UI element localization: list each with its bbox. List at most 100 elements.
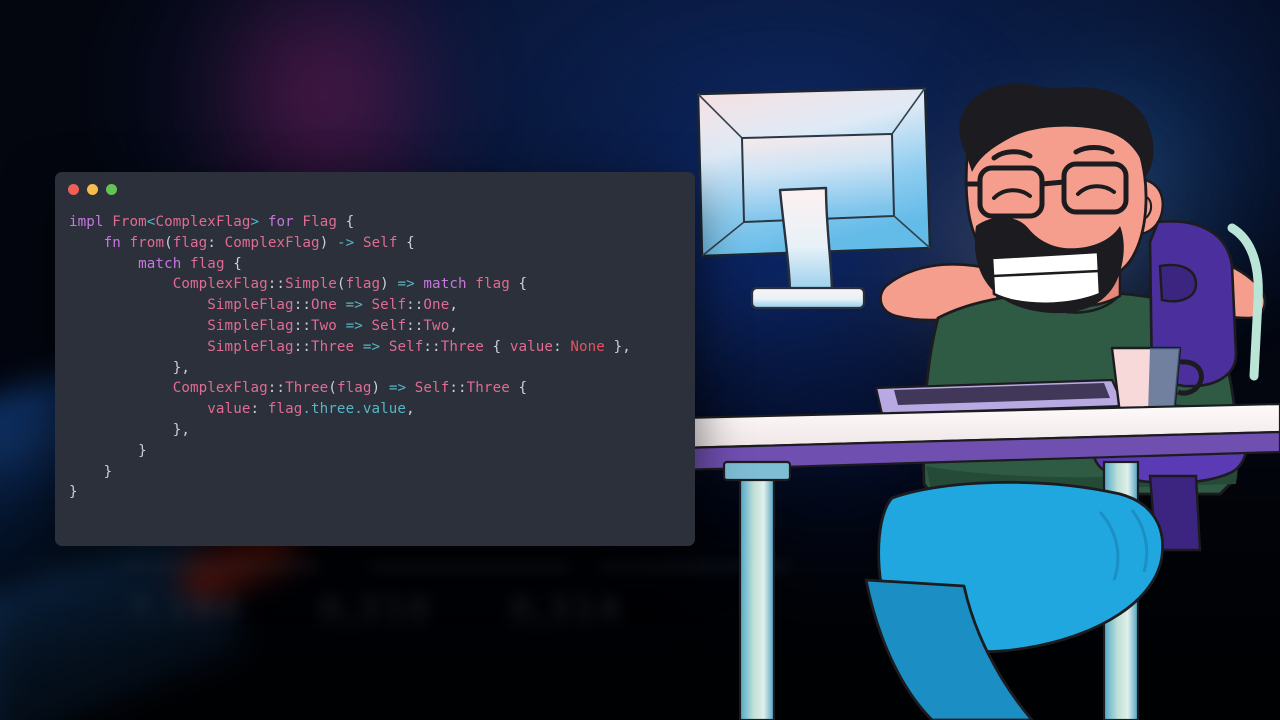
- code-token: Self: [414, 380, 450, 397]
- code-token: ComplexFlag: [224, 234, 320, 251]
- code-line: ComplexFlag::Simple(flag) => match flag …: [69, 274, 695, 295]
- minimize-window-button[interactable]: [87, 183, 98, 195]
- monitor: [696, 86, 932, 310]
- code-token: :: [207, 234, 225, 251]
- chair-armrest: [1158, 263, 1198, 303]
- code-line: SimpleFlag::Two => Self::Two,: [69, 316, 695, 337]
- code-token: value: [509, 338, 554, 355]
- code-line: SimpleFlag::One => Self::One,: [69, 295, 695, 316]
- code-token: impl: [69, 214, 113, 230]
- screenshot-scene: 7,184 0,310 0,314: [0, 0, 1280, 720]
- code-line: ComplexFlag::Three(flag) => Self::Three …: [69, 378, 695, 399]
- code-line: }: [69, 462, 695, 483]
- code-token: ComplexFlag: [155, 214, 251, 230]
- code-token: From: [112, 214, 147, 230]
- code-token: {: [337, 214, 355, 230]
- code-token: ): [380, 276, 398, 293]
- code-token: :: [250, 401, 268, 418]
- code-line: },: [69, 420, 695, 441]
- code-token: Three: [310, 338, 355, 355]
- code-token: ::: [293, 317, 311, 334]
- code-token: =>: [345, 317, 363, 334]
- code-token: {: [483, 338, 510, 355]
- code-line: },: [69, 358, 695, 379]
- code-token: ::: [406, 317, 424, 334]
- code-token: (: [328, 380, 337, 397]
- code-editor-window[interactable]: impl From<ComplexFlag> for Flag { fn fro…: [55, 172, 695, 546]
- code-token: flag: [475, 276, 510, 293]
- code-token: >: [250, 214, 260, 230]
- code-token: =>: [388, 380, 407, 397]
- monitor-stand-base: [750, 286, 866, 310]
- code-token: {: [509, 276, 528, 293]
- code-token: match: [423, 276, 467, 293]
- code-token: Self: [388, 338, 424, 355]
- code-token: ->: [336, 234, 355, 251]
- code-token: }: [69, 442, 147, 459]
- desk-leg-left-bracket: [722, 460, 792, 482]
- glasses-bridge: [1041, 179, 1065, 187]
- code-token: Self: [371, 297, 407, 314]
- code-token: {: [397, 234, 415, 251]
- code-line: impl From<ComplexFlag> for Flag {: [69, 212, 695, 233]
- code-token: Three: [285, 380, 329, 397]
- code-line: }: [69, 441, 695, 462]
- code-token: ::: [406, 297, 424, 314]
- code-token: ::: [267, 276, 286, 293]
- code-token: =>: [362, 338, 381, 355]
- code-token: SimpleFlag: [207, 317, 294, 334]
- code-token: ComplexFlag: [172, 380, 268, 397]
- code-line: value: flag.three.value,: [69, 399, 695, 420]
- code-token: flag: [172, 234, 208, 251]
- code-token: (: [164, 234, 173, 251]
- code-token: ComplexFlag: [172, 276, 268, 293]
- code-token: .three.value: [302, 401, 407, 418]
- code-token: Self: [362, 234, 398, 251]
- close-window-button[interactable]: [68, 183, 79, 195]
- code-token: ::: [423, 338, 441, 355]
- code-token: :: [553, 338, 571, 355]
- code-token: SimpleFlag: [207, 297, 294, 314]
- code-token: One: [423, 297, 450, 314]
- monitor-stand-neck: [778, 186, 834, 296]
- code-token: ,: [449, 297, 458, 314]
- code-token: flag: [190, 255, 225, 272]
- code-token: }: [69, 463, 113, 480]
- code-token: Two: [423, 317, 450, 334]
- code-token: ::: [449, 380, 467, 397]
- code-token: One: [310, 297, 337, 314]
- code-token: Flag: [302, 214, 337, 230]
- code-token: match: [138, 255, 182, 272]
- code-token: ::: [293, 338, 311, 355]
- code-token: Simple: [285, 276, 337, 293]
- code-content[interactable]: impl From<ComplexFlag> for Flag { fn fro…: [55, 206, 695, 503]
- code-token: Three: [466, 380, 510, 397]
- code-token: ::: [293, 297, 311, 314]
- code-token: ): [319, 234, 337, 251]
- character-teeth: [990, 250, 1102, 306]
- code-token: =>: [397, 276, 415, 293]
- zoom-window-button[interactable]: [106, 183, 117, 195]
- code-token: Three: [440, 338, 484, 355]
- code-token: },: [604, 338, 631, 355]
- code-token: {: [224, 255, 242, 272]
- code-token: for: [267, 214, 294, 230]
- code-token: flag: [345, 276, 381, 293]
- code-window-titlebar[interactable]: [55, 172, 695, 206]
- code-line: match flag {: [69, 254, 695, 275]
- code-token: },: [69, 421, 190, 438]
- code-token: from: [129, 234, 165, 251]
- code-line: }: [69, 482, 695, 503]
